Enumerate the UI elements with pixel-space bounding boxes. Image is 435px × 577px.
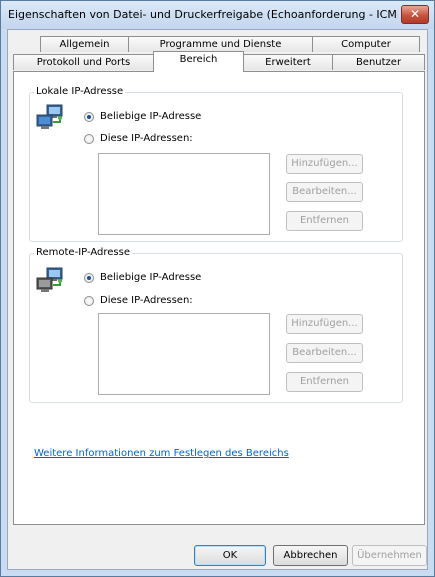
tab-erweitert[interactable]: Erweitert — [243, 54, 333, 70]
network-computers-icon — [36, 267, 63, 292]
local-edit-button[interactable]: Bearbeiten... — [286, 182, 363, 202]
tab-panel-bereich: Lokale IP-Adresse Beliebige IP-Adresse D… — [13, 71, 425, 525]
local-remove-button[interactable]: Entfernen — [286, 211, 363, 231]
apply-button[interactable]: Übernehmen — [352, 545, 427, 566]
remote-remove-button[interactable]: Entfernen — [286, 372, 363, 392]
remote-any-ip-radio[interactable]: Beliebige IP-Adresse — [84, 272, 201, 285]
tab-bereich[interactable]: Bereich — [153, 51, 244, 72]
remote-edit-button[interactable]: Bearbeiten... — [286, 343, 363, 363]
radio-indicator — [84, 296, 94, 306]
tab-protokoll-und-ports[interactable]: Protokoll und Ports — [13, 54, 154, 70]
tab-computer[interactable]: Computer — [312, 36, 420, 52]
radio-indicator — [84, 134, 94, 144]
remote-ip-listbox[interactable] — [98, 313, 270, 395]
window-title: Eigenschaften von Datei- und Druckerfrei… — [8, 8, 398, 21]
ok-button[interactable]: OK — [194, 545, 266, 566]
local-ip-listbox[interactable] — [98, 153, 270, 235]
local-any-ip-radio[interactable]: Beliebige IP-Adresse — [84, 111, 201, 124]
radio-selected-indicator — [84, 112, 94, 122]
radio-selected-indicator — [84, 273, 94, 283]
local-these-ips-radio[interactable]: Diese IP-Adressen: — [84, 133, 193, 146]
dialog-client-area: Allgemein Programme und Dienste Computer… — [7, 29, 428, 570]
tab-benutzer[interactable]: Benutzer — [332, 54, 425, 70]
local-add-button[interactable]: Hinzufügen... — [286, 154, 363, 174]
remote-ip-group: Remote-IP-Adresse Beliebige IP-Adresse D… — [29, 247, 403, 403]
local-ip-group: Lokale IP-Adresse Beliebige IP-Adresse D… — [29, 86, 403, 242]
network-computers-icon — [36, 104, 63, 129]
title-bar[interactable]: Eigenschaften von Datei- und Druckerfrei… — [1, 1, 434, 29]
tab-allgemein[interactable]: Allgemein — [40, 36, 129, 52]
remote-these-ips-radio[interactable]: Diese IP-Adressen: — [84, 295, 193, 308]
cancel-button[interactable]: Abbrechen — [273, 545, 348, 566]
remote-ip-legend: Remote-IP-Adresse — [34, 247, 132, 258]
close-button[interactable]: ✕ — [401, 5, 429, 24]
remote-add-button[interactable]: Hinzufügen... — [286, 314, 363, 334]
tab-programme-und-dienste[interactable]: Programme und Dienste — [128, 36, 313, 52]
more-info-link[interactable]: Weitere Informationen zum Festlegen des … — [34, 448, 289, 459]
local-ip-legend: Lokale IP-Adresse — [34, 86, 126, 97]
properties-dialog: Eigenschaften von Datei- und Druckerfrei… — [0, 0, 435, 577]
